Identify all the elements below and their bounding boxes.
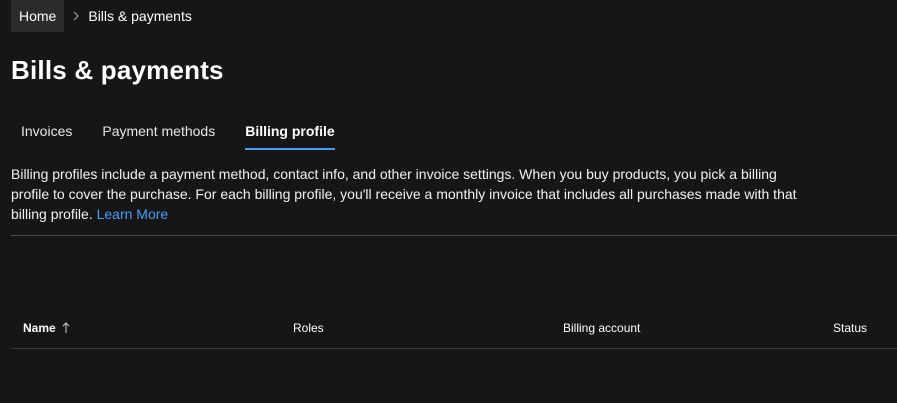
breadcrumb: Home Bills & payments (11, 0, 192, 32)
column-header-status[interactable]: Status (833, 313, 867, 343)
chevron-right-icon (64, 11, 88, 21)
table-header-divider (11, 348, 897, 349)
section-divider (11, 235, 897, 236)
table-header: Name Roles Billing account Status (11, 313, 897, 343)
column-header-billing-account[interactable]: Billing account (563, 313, 640, 343)
billing-profile-description: Billing profiles include a payment metho… (11, 164, 801, 224)
page-title: Bills & payments (11, 55, 224, 85)
bills-payments-page: Home Bills & payments Bills & payments I… (0, 0, 897, 403)
arrow-up-icon (62, 322, 70, 334)
column-header-name-label: Name (23, 321, 56, 335)
column-header-roles[interactable]: Roles (293, 313, 324, 343)
tab-billing-profile[interactable]: Billing profile (235, 112, 344, 150)
breadcrumb-home-link[interactable]: Home (11, 0, 65, 32)
tab-list: Invoices Payment methods Billing profile (11, 112, 355, 150)
learn-more-link[interactable]: Learn More (97, 206, 169, 222)
breadcrumb-current: Bills & payments (88, 8, 192, 24)
tab-invoices[interactable]: Invoices (11, 112, 82, 150)
column-header-name[interactable]: Name (23, 313, 70, 343)
tab-payment-methods[interactable]: Payment methods (92, 112, 225, 150)
